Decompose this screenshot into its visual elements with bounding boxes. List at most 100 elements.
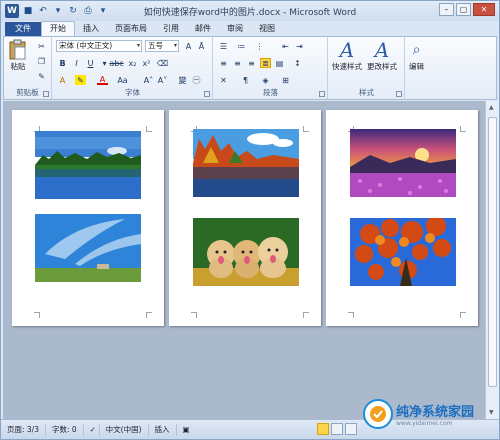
customize-toolbar-icon[interactable]: ▾ [97, 5, 109, 17]
tab-home[interactable]: 开始 [41, 21, 75, 36]
align-right-icon[interactable]: ≡ [246, 58, 257, 68]
shrink-font-icon[interactable]: Aa [117, 75, 128, 85]
binoculars-icon: ⌕ [412, 42, 421, 58]
decrease-indent-icon[interactable]: ⇤ [280, 41, 291, 51]
print-layout-view-icon[interactable] [317, 423, 329, 435]
chevron-down-icon: ▾ [173, 42, 177, 49]
tab-view[interactable]: 视图 [251, 22, 283, 36]
enclose-characters-icon[interactable]: ㊀ [191, 75, 202, 85]
font-color-icon[interactable]: A [97, 75, 108, 85]
show-marks-icon[interactable]: ¶ [240, 75, 251, 85]
increase-indent-icon[interactable]: ⇥ [294, 41, 305, 51]
image-autumn-lake[interactable] [193, 129, 299, 197]
clipboard-icon [9, 39, 26, 60]
close-button[interactable]: ✕ [473, 3, 495, 16]
dialog-launcher-icon[interactable] [204, 91, 210, 97]
vertical-scrollbar[interactable]: ▲ ▼ [485, 101, 499, 419]
image-red-autumn-leaves[interactable] [350, 218, 456, 286]
status-word-count[interactable]: 字数: 0 [46, 423, 84, 436]
editing-button[interactable]: ⌕ 编辑 [409, 39, 424, 72]
status-page[interactable]: 页面: 3/3 [1, 423, 46, 436]
align-left-icon[interactable]: ≡ [218, 58, 229, 68]
font-shrink-icon[interactable]: A˅ [157, 75, 168, 85]
minimize-button[interactable]: – [439, 3, 454, 16]
quick-styles-icon: A [339, 38, 355, 62]
tab-insert[interactable]: 插入 [75, 22, 107, 36]
page-2[interactable] [169, 110, 321, 326]
margin-mark [146, 126, 152, 132]
proofing-icon[interactable]: ✓ [84, 423, 100, 436]
tab-review[interactable]: 审阅 [219, 22, 251, 36]
image-blue-sky-field[interactable] [35, 214, 141, 282]
font-grow-icon[interactable]: A˄ [143, 75, 154, 85]
chevron-down-icon[interactable]: ▾ [52, 5, 64, 17]
font-name-combo[interactable]: 宋体 (中文正文) ▾ [56, 40, 142, 52]
margin-mark [460, 126, 466, 132]
borders-icon[interactable]: ⊞ [280, 75, 291, 85]
group-font: 宋体 (中文正文) ▾ 五号 ▾ A Ā B I U ▾ abc x₂ x² ⌫ A… [53, 37, 213, 99]
full-screen-view-icon[interactable] [331, 423, 343, 435]
format-painter-icon[interactable]: ✎ [36, 71, 47, 81]
multilevel-list-icon[interactable]: ⋮ [254, 41, 265, 51]
bullets-icon[interactable]: ☰ [218, 41, 229, 51]
superscript-icon[interactable]: x² [141, 58, 152, 68]
dialog-launcher-icon[interactable] [319, 91, 325, 97]
word-logo-icon[interactable]: W [5, 4, 19, 18]
underline-icon[interactable]: U [85, 58, 96, 68]
text-effects-icon[interactable]: A [57, 75, 68, 85]
strikethrough-icon[interactable]: abc [109, 58, 123, 68]
phonetic-guide-icon[interactable]: 變 [177, 75, 188, 85]
undo-icon[interactable]: ↶ [37, 5, 49, 17]
redo-icon[interactable]: ↻ [67, 5, 79, 17]
tab-references[interactable]: 引用 [155, 22, 187, 36]
distributed-icon[interactable]: ▤ [274, 58, 285, 68]
scrollbar-thumb[interactable] [488, 117, 497, 387]
font-size-value: 五号 [148, 41, 163, 50]
justify-icon[interactable]: ≣ [260, 58, 271, 68]
copy-icon[interactable]: ❐ [36, 56, 47, 66]
image-golden-retriever-puppies[interactable] [193, 218, 299, 286]
quick-styles-button[interactable]: A 快速样式 [332, 39, 362, 72]
highlight-icon[interactable]: ✎ [75, 75, 86, 85]
tab-page-layout[interactable]: 页面布局 [107, 22, 155, 36]
web-layout-view-icon[interactable] [345, 423, 357, 435]
paste-button[interactable]: 粘贴 [8, 39, 28, 72]
change-case-icon[interactable]: Ā [196, 41, 207, 51]
bold-icon[interactable]: B [57, 58, 68, 68]
scroll-down-icon[interactable]: ▼ [489, 409, 494, 416]
print-preview-icon[interactable]: ⎙ [82, 5, 94, 17]
page-3[interactable] [326, 110, 478, 326]
group-editing: ⌕ 编辑 [406, 37, 436, 99]
line-spacing-icon[interactable]: ↕ [292, 58, 303, 68]
shading-icon[interactable]: ◈ [260, 75, 271, 85]
page-1[interactable] [12, 110, 164, 326]
numbering-icon[interactable]: ≔ [236, 41, 247, 51]
grow-font-icon[interactable]: A [183, 41, 194, 51]
dialog-launcher-icon[interactable] [396, 91, 402, 97]
clear-formatting-icon[interactable]: ⌫ [157, 58, 168, 68]
tab-mailings[interactable]: 邮件 [187, 22, 219, 36]
dialog-launcher-icon[interactable] [43, 91, 49, 97]
watermark-brand: 纯净系统家园 [396, 405, 475, 420]
status-language[interactable]: 中文(中国) [100, 423, 149, 436]
subscript-icon[interactable]: x₂ [127, 58, 138, 68]
ribbon-home: 粘贴 ✂ ❐ ✎ 剪贴板 宋体 (中文正文) ▾ 五号 ▾ A Ā B I U ▾ … [3, 36, 497, 100]
quick-access-toolbar: W ■ ↶ ▾ ↻ ⎙ ▾ [1, 4, 109, 18]
macro-record-icon[interactable]: ▣ [177, 424, 195, 436]
document-area[interactable] [3, 101, 485, 419]
align-center-icon[interactable]: ≡ [232, 58, 243, 68]
change-styles-button[interactable]: A 更改样式 [367, 39, 397, 72]
image-lake-forest[interactable] [35, 131, 141, 199]
status-insert-mode[interactable]: 插入 [149, 423, 177, 436]
ribbon-tabs: 文件 开始 插入 页面布局 引用 邮件 审阅 视图 [1, 21, 499, 36]
sort-icon[interactable]: ✕ [218, 75, 229, 85]
scroll-up-icon[interactable]: ▲ [489, 104, 494, 111]
font-size-combo[interactable]: 五号 ▾ [145, 40, 179, 52]
group-paragraph: ☰ ≔ ⋮ ⇤ ⇥ ≡ ≡ ≡ ≣ ▤ ↕ ✕ ¶ ◈ ⊞ 段落 [214, 37, 328, 99]
tab-file[interactable]: 文件 [5, 22, 41, 36]
image-sunset-flower-field[interactable] [350, 129, 456, 197]
italic-icon[interactable]: I [71, 58, 82, 68]
maximize-button[interactable]: ▢ [456, 3, 471, 16]
save-icon[interactable]: ■ [22, 5, 34, 17]
cut-icon[interactable]: ✂ [36, 41, 47, 51]
